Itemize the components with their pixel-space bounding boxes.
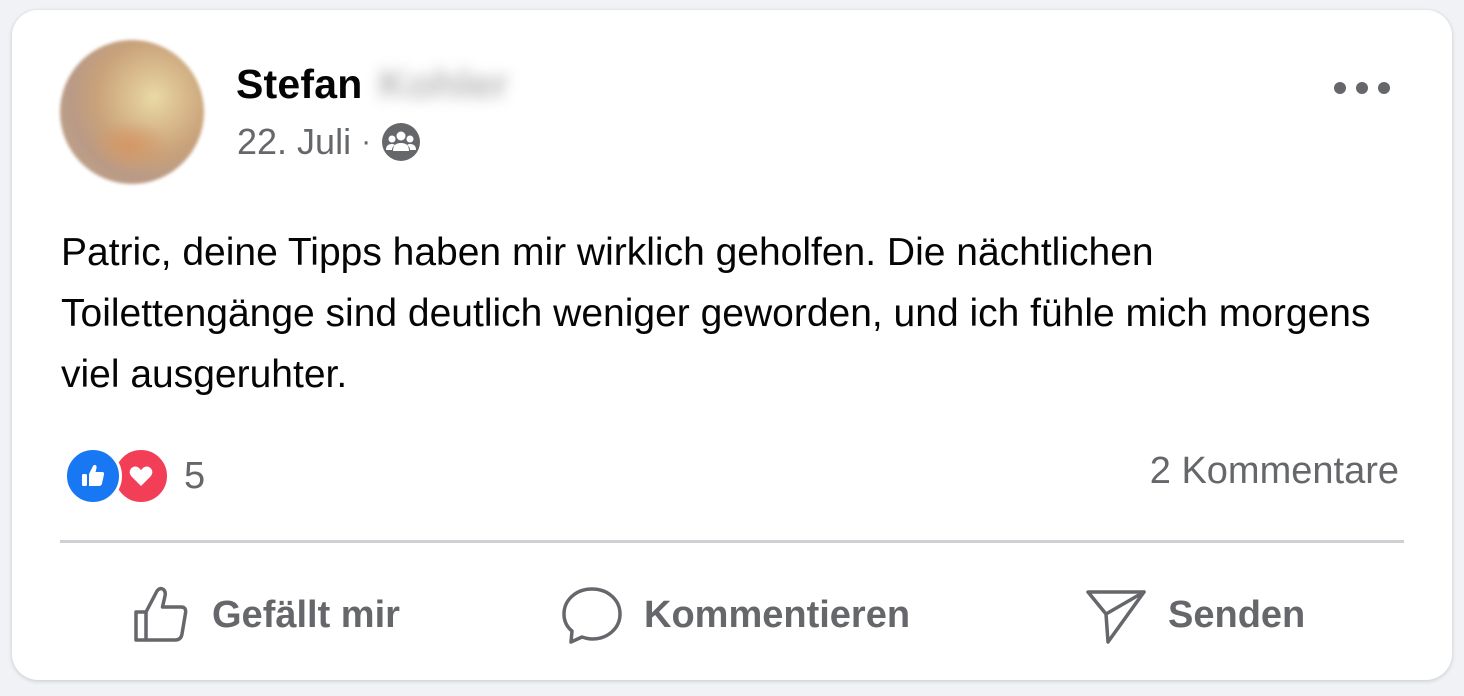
comment-button-label: Kommentieren: [644, 593, 911, 636]
reactions-summary[interactable]: 5: [64, 447, 205, 505]
author-avatar[interactable]: [60, 40, 204, 184]
thumbs-up-icon: [134, 586, 188, 642]
author-surname-blurred[interactable]: Kohler: [379, 61, 509, 108]
post-meta: 22. Juli ·: [237, 120, 421, 164]
more-options-icon: [1334, 82, 1346, 94]
group-icon: [381, 122, 421, 162]
post-text: Patric, deine Tipps haben mir wirklich g…: [61, 231, 1371, 396]
comments-count-link[interactable]: 2 Kommentare: [1150, 450, 1399, 493]
like-button[interactable]: Gefällt mir: [130, 580, 400, 650]
comment-button[interactable]: Kommentieren: [560, 580, 910, 650]
more-options-icon: [1356, 82, 1368, 94]
author-name[interactable]: Stefan: [236, 61, 363, 108]
like-reaction-icon: [64, 447, 122, 505]
like-button-label: Gefällt mir: [212, 593, 400, 636]
more-options-icon: [1378, 82, 1390, 94]
meta-separator: ·: [361, 125, 372, 158]
comment-bubble-icon: [562, 587, 622, 644]
post-date[interactable]: 22. Juli: [237, 121, 351, 163]
send-icon: [1086, 590, 1146, 644]
post-card: Stefan Kohler 22. Juli · Patric, deine T…: [12, 10, 1452, 680]
send-button-label: Senden: [1168, 593, 1306, 636]
more-options-button[interactable]: [1334, 74, 1390, 102]
divider: [60, 540, 1404, 543]
reaction-count: 5: [184, 454, 206, 497]
author-name-row: Stefan Kohler: [236, 60, 508, 108]
send-button[interactable]: Senden: [1084, 580, 1305, 650]
